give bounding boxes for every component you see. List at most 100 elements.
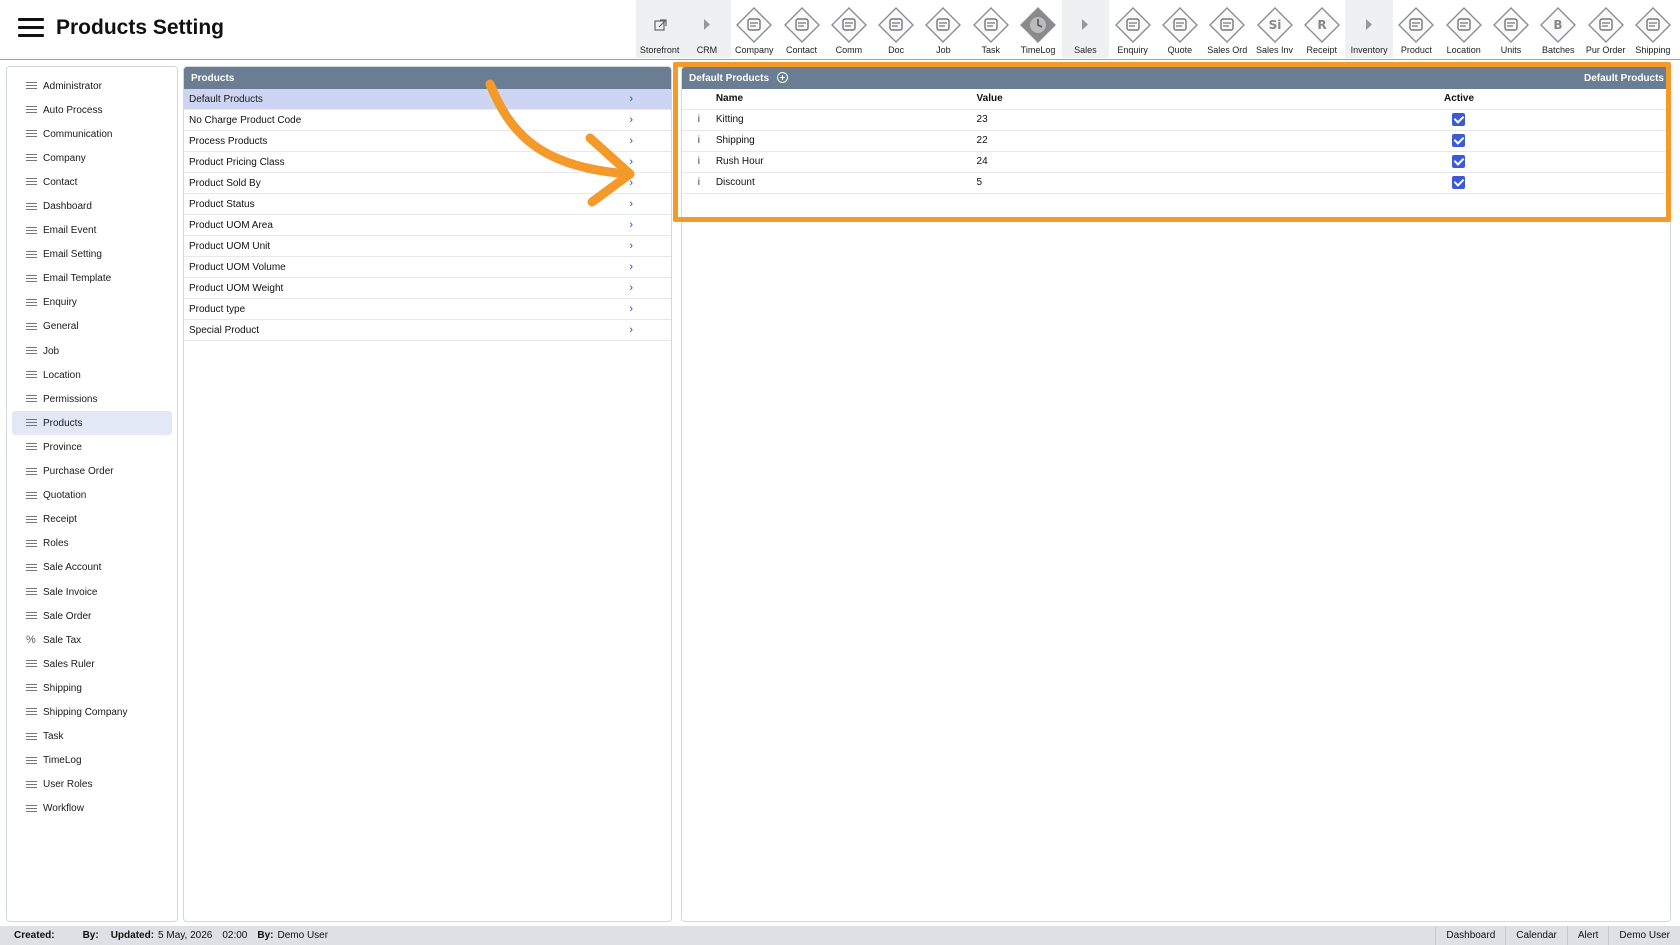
- list-icon: [26, 539, 37, 548]
- column-name-header[interactable]: Name: [715, 89, 977, 110]
- toolbar-pur-order-button[interactable]: Pur Order: [1582, 0, 1629, 58]
- toolbar-inventory-button[interactable]: Inventory: [1345, 0, 1393, 58]
- page-title: Products Setting: [56, 16, 225, 39]
- toolbar-sales-button[interactable]: Sales: [1061, 0, 1109, 58]
- toolbar-batches-button[interactable]: B Batches: [1535, 0, 1582, 58]
- sidebar-item-dashboard[interactable]: Dashboard: [12, 194, 172, 218]
- sidebar-item-shipping-company[interactable]: Shipping Company: [12, 700, 172, 724]
- sidebar-item-shipping[interactable]: Shipping: [12, 676, 172, 700]
- toolbar-contact-button[interactable]: Contact: [778, 0, 825, 58]
- sidebar-item-label: TimeLog: [43, 755, 82, 767]
- category-item-default-products[interactable]: Default Products ›: [184, 89, 671, 110]
- row-name: Discount: [715, 172, 977, 194]
- sidebar-item-permissions[interactable]: Permissions: [12, 387, 172, 411]
- info-icon[interactable]: i: [682, 151, 716, 173]
- category-item-product-sold-by[interactable]: Product Sold By ›: [184, 173, 671, 194]
- toolbar-task-button[interactable]: Task: [967, 0, 1014, 58]
- category-item-label: Product Status: [189, 198, 255, 210]
- category-item-no-charge-product-code[interactable]: No Charge Product Code ›: [184, 110, 671, 131]
- cart-icon: [1587, 7, 1624, 43]
- category-item-special-product[interactable]: Special Product ›: [184, 320, 671, 341]
- footer-calendar-button[interactable]: Calendar: [1505, 926, 1567, 945]
- toolbar-quote-button[interactable]: Quote: [1156, 0, 1203, 58]
- menu-icon[interactable]: [18, 18, 44, 38]
- toolbar-doc-button[interactable]: Doc: [872, 0, 919, 58]
- active-checkbox[interactable]: [1452, 155, 1466, 168]
- table-row[interactable]: i Rush Hour 24: [682, 151, 1670, 173]
- category-item-product-pricing-class[interactable]: Product Pricing Class ›: [184, 152, 671, 173]
- sidebar-item-administrator[interactable]: Administrator: [12, 74, 172, 98]
- info-icon[interactable]: i: [682, 109, 716, 131]
- sidebar-item-auto-process[interactable]: Auto Process: [12, 98, 172, 122]
- sidebar-item-contact[interactable]: Contact: [12, 170, 172, 194]
- sidebar-item-roles[interactable]: Roles: [12, 532, 172, 556]
- chevron-right-icon: ›: [629, 324, 633, 336]
- toolbar-timelog-button[interactable]: TimeLog: [1014, 0, 1061, 58]
- add-circle-icon[interactable]: [776, 72, 788, 83]
- info-icon[interactable]: i: [682, 172, 716, 194]
- category-item-product-uom-volume[interactable]: Product UOM Volume ›: [184, 257, 671, 278]
- sidebar-item-general[interactable]: General: [12, 315, 172, 339]
- sidebar-item-workflow[interactable]: Workflow: [12, 797, 172, 821]
- column-active-header[interactable]: Active: [1443, 89, 1670, 110]
- active-checkbox[interactable]: [1452, 134, 1466, 147]
- chevron-right-icon: ›: [629, 135, 633, 147]
- sidebar-item-company[interactable]: Company: [12, 146, 172, 170]
- toolbar-storefront-button[interactable]: Storefront: [636, 0, 684, 58]
- footer-alert-button[interactable]: Alert: [1566, 926, 1609, 945]
- sidebar-item-location[interactable]: Location: [12, 363, 172, 387]
- footer-demo-user-button[interactable]: Demo User: [1608, 926, 1680, 945]
- status-bar: Created: By: Updated: 5 May, 2026 02:00 …: [0, 926, 1680, 945]
- info-icon[interactable]: i: [682, 130, 716, 152]
- column-value-header[interactable]: Value: [976, 89, 1444, 110]
- category-item-process-products[interactable]: Process Products ›: [184, 131, 671, 152]
- sidebar-item-receipt[interactable]: Receipt: [12, 508, 172, 532]
- table-row[interactable]: i Kitting 23: [682, 109, 1670, 131]
- sidebar-item-sales-ruler[interactable]: Sales Ruler: [12, 652, 172, 676]
- category-item-product-type[interactable]: Product type ›: [184, 299, 671, 320]
- sidebar-item-sale-account[interactable]: Sale Account: [12, 556, 172, 580]
- toolbar-units-button[interactable]: Units: [1487, 0, 1534, 58]
- list-icon: [26, 515, 37, 524]
- sidebar-item-email-event[interactable]: Email Event: [12, 219, 172, 243]
- category-item-product-uom-area[interactable]: Product UOM Area ›: [184, 215, 671, 236]
- sidebar-item-enquiry[interactable]: Enquiry: [12, 291, 172, 315]
- active-checkbox[interactable]: [1452, 176, 1466, 189]
- sidebar-item-sale-tax[interactable]: % Sale Tax: [12, 628, 172, 652]
- sidebar-item-sale-order[interactable]: Sale Order: [12, 604, 172, 628]
- toolbar-sales-inv-button[interactable]: Si Sales Inv: [1251, 0, 1298, 58]
- category-item-product-status[interactable]: Product Status ›: [184, 194, 671, 215]
- toolbar-location-button[interactable]: Location: [1440, 0, 1487, 58]
- list-icon: [26, 347, 37, 355]
- batches-icon: B: [1540, 7, 1577, 43]
- sidebar-item-products[interactable]: Products: [12, 411, 172, 436]
- active-checkbox[interactable]: [1452, 113, 1466, 126]
- sidebar-item-timelog[interactable]: TimeLog: [12, 749, 172, 773]
- toolbar-shipping-button[interactable]: Shipping: [1629, 0, 1676, 58]
- sidebar-item-sale-invoice[interactable]: Sale Invoice: [12, 580, 172, 604]
- toolbar-enquiry-button[interactable]: Enquiry: [1109, 0, 1156, 58]
- toolbar-company-button[interactable]: Company: [731, 0, 778, 58]
- contact-icon: [783, 7, 820, 43]
- sidebar-item-communication[interactable]: Communication: [12, 122, 172, 146]
- table-row[interactable]: i Discount 5: [682, 172, 1670, 194]
- toolbar-sales-ord-button[interactable]: Sales Ord: [1204, 0, 1251, 58]
- footer-dashboard-button[interactable]: Dashboard: [1435, 926, 1505, 945]
- toolbar-product-button[interactable]: Product: [1393, 0, 1440, 58]
- sidebar-item-job[interactable]: Job: [12, 339, 172, 363]
- sidebar-item-user-roles[interactable]: User Roles: [12, 773, 172, 797]
- category-item-product-uom-weight[interactable]: Product UOM Weight ›: [184, 278, 671, 299]
- toolbar-receipt-button[interactable]: R Receipt: [1298, 0, 1345, 58]
- sidebar-item-province[interactable]: Province: [12, 435, 172, 459]
- sidebar-item-purchase-order[interactable]: Purchase Order: [12, 460, 172, 484]
- table-row[interactable]: i Shipping 22: [682, 130, 1670, 152]
- sidebar-item-email-template[interactable]: Email Template: [12, 267, 172, 291]
- sidebar-item-quotation[interactable]: Quotation: [12, 484, 172, 508]
- toolbar-crm-button[interactable]: CRM: [683, 0, 731, 58]
- sidebar-item-email-setting[interactable]: Email Setting: [12, 243, 172, 267]
- sidebar-item-task[interactable]: Task: [12, 725, 172, 749]
- toolbar-job-button[interactable]: Job: [920, 0, 967, 58]
- toolbar-comm-button[interactable]: Comm: [825, 0, 872, 58]
- category-item-product-uom-unit[interactable]: Product UOM Unit ›: [184, 236, 671, 257]
- row-value: 5: [976, 172, 1444, 194]
